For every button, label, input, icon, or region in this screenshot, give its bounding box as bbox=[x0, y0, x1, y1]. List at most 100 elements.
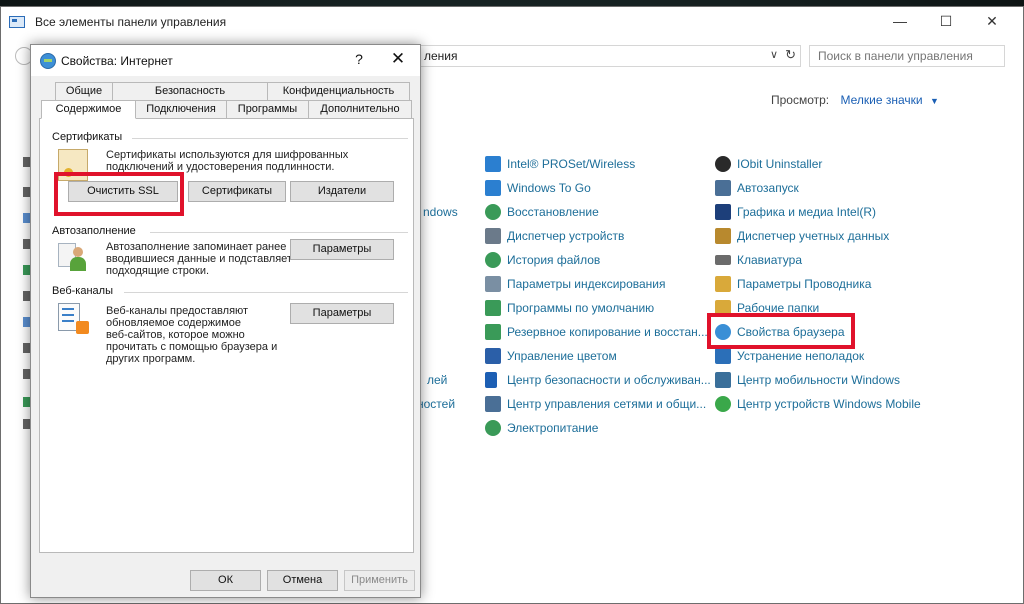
cp-item-label: IObit Uninstaller bbox=[737, 157, 823, 171]
file-history-icon bbox=[485, 252, 501, 268]
section-header-autocomplete: Автозаполнение bbox=[52, 225, 136, 237]
chevron-down-icon[interactable]: ∨ bbox=[770, 48, 778, 61]
indexing-icon bbox=[485, 276, 501, 292]
help-button[interactable]: ? bbox=[349, 51, 369, 67]
wireless-icon bbox=[485, 156, 501, 172]
view-selector: Просмотр: Мелкие значки ▼ bbox=[771, 93, 939, 107]
cp-item-label: Устранение неполадок bbox=[737, 349, 865, 363]
cp-item-label: Диспетчер устройств bbox=[507, 229, 625, 243]
highlight-frame bbox=[707, 313, 855, 349]
cp-item-windows-to-go[interactable]: Windows To Go bbox=[485, 179, 591, 197]
keyboard-icon bbox=[715, 255, 731, 265]
tab-privacy[interactable]: Конфиденциальность bbox=[267, 82, 410, 101]
certificates-button[interactable]: Сертификаты bbox=[188, 181, 286, 202]
address-text: ления bbox=[424, 49, 458, 63]
item-label-fragment[interactable]: лей bbox=[427, 373, 447, 387]
cp-item-device-manager[interactable]: Диспетчер устройств bbox=[485, 227, 624, 245]
cp-item-security-center[interactable]: Центр безопасности и обслуживан... bbox=[485, 371, 711, 389]
tab-advanced[interactable]: Дополнительно bbox=[308, 100, 412, 119]
control-panel-titlebar: Все элементы панели управления — ☐ ✕ bbox=[1, 7, 1023, 37]
ok-button[interactable]: ОК bbox=[190, 570, 261, 591]
mobility-center-icon bbox=[715, 372, 731, 388]
explorer-options-icon bbox=[715, 276, 731, 292]
dropdown-arrow-icon[interactable]: ▼ bbox=[930, 96, 939, 106]
cp-item-label: Параметры Проводника bbox=[737, 277, 872, 291]
tab-security[interactable]: Безопасность bbox=[112, 82, 268, 101]
search-box[interactable] bbox=[809, 45, 1005, 67]
cp-item-credential-manager[interactable]: Диспетчер учетных данных bbox=[715, 227, 889, 245]
view-label: Просмотр: bbox=[771, 93, 830, 107]
cp-item-label: Восстановление bbox=[507, 205, 599, 219]
tab-connections[interactable]: Подключения bbox=[135, 100, 227, 119]
divider bbox=[150, 232, 408, 233]
cp-item-label: Электропитание bbox=[507, 421, 599, 435]
cp-item-backup-restore[interactable]: Резервное копирование и восстан... bbox=[485, 323, 708, 341]
dialog-close-button[interactable]: ✕ bbox=[388, 49, 408, 69]
iobit-icon bbox=[715, 156, 731, 172]
cp-item-default-programs[interactable]: Программы по умолчанию bbox=[485, 299, 654, 317]
cp-item-windows-mobile[interactable]: Центр устройств Windows Mobile bbox=[715, 395, 921, 413]
internet-properties-dialog: Свойства: Интернет ? ✕ Общие Безопасност… bbox=[30, 44, 421, 598]
windows-mobile-icon bbox=[715, 396, 731, 412]
cp-item-recovery[interactable]: Восстановление bbox=[485, 203, 599, 221]
highlight-frame bbox=[54, 172, 184, 216]
autoplay-icon bbox=[715, 180, 731, 196]
cp-item-network-center[interactable]: Центр управления сетями и общи... bbox=[485, 395, 706, 413]
search-input[interactable] bbox=[810, 46, 1004, 66]
cp-item-mobility-center[interactable]: Центр мобильности Windows bbox=[715, 371, 900, 389]
network-icon bbox=[485, 396, 501, 412]
color-management-icon bbox=[485, 348, 501, 364]
window-close-button[interactable]: ✕ bbox=[969, 7, 1015, 37]
apply-button[interactable]: Применить bbox=[344, 570, 415, 591]
divider bbox=[124, 292, 408, 293]
publishers-button[interactable]: Издатели bbox=[290, 181, 394, 202]
tab-content[interactable]: Содержимое bbox=[41, 100, 136, 119]
item-label-fragment[interactable]: ностей bbox=[417, 397, 455, 411]
cp-item-autoplay[interactable]: Автозапуск bbox=[715, 179, 799, 197]
autocomplete-description: подходящие строки. bbox=[106, 265, 210, 277]
dialog-title: Свойства: Интернет bbox=[61, 54, 173, 68]
cp-item-label: Автозапуск bbox=[737, 181, 799, 195]
windows-to-go-icon bbox=[485, 180, 501, 196]
power-icon bbox=[485, 420, 501, 436]
maximize-button[interactable]: ☐ bbox=[923, 7, 969, 37]
cp-item-label: Центр безопасности и обслуживан... bbox=[507, 373, 711, 387]
cp-item-troubleshooting[interactable]: Устранение неполадок bbox=[715, 347, 864, 365]
feeds-settings-button[interactable]: Параметры bbox=[290, 303, 394, 324]
minimize-button[interactable]: — bbox=[877, 7, 923, 37]
default-programs-icon bbox=[485, 300, 501, 316]
intel-graphics-icon bbox=[715, 204, 731, 220]
cp-item-label: Intel® PROSet/Wireless bbox=[507, 157, 636, 171]
internet-options-icon bbox=[40, 53, 56, 69]
device-manager-icon bbox=[485, 228, 501, 244]
cp-item-label: История файлов bbox=[507, 253, 601, 267]
cp-item-power-options[interactable]: Электропитание bbox=[485, 419, 598, 437]
cp-item-iobit-uninstaller[interactable]: IObit Uninstaller bbox=[715, 155, 822, 173]
address-bar[interactable]: ления ∨ ↻ bbox=[417, 45, 801, 67]
cp-item-intel-proset[interactable]: Intel® PROSet/Wireless bbox=[485, 155, 635, 173]
refresh-icon[interactable]: ↻ bbox=[785, 47, 796, 63]
section-header-feeds: Веб-каналы bbox=[52, 285, 113, 297]
cp-item-keyboard[interactable]: Клавиатура bbox=[715, 251, 802, 269]
cp-item-label: Центр мобильности Windows bbox=[737, 373, 900, 387]
autocomplete-settings-button[interactable]: Параметры bbox=[290, 239, 394, 260]
backup-icon bbox=[485, 324, 501, 340]
cancel-button[interactable]: Отмена bbox=[267, 570, 338, 591]
cp-item-label: Графика и медиа Intel(R) bbox=[737, 205, 877, 219]
cp-item-file-history[interactable]: История файлов bbox=[485, 251, 600, 269]
autocomplete-icon bbox=[58, 241, 88, 273]
cp-item-color-management[interactable]: Управление цветом bbox=[485, 347, 617, 365]
view-dropdown[interactable]: Мелкие значки bbox=[840, 93, 922, 107]
cp-item-label: Центр управления сетями и общи... bbox=[507, 397, 707, 411]
cp-item-label: Параметры индексирования bbox=[507, 277, 666, 291]
cp-item-label: Управление цветом bbox=[507, 349, 617, 363]
tab-general[interactable]: Общие bbox=[55, 82, 113, 101]
cp-item-explorer-options[interactable]: Параметры Проводника bbox=[715, 275, 871, 293]
cp-item-label: Резервное копирование и восстан... bbox=[507, 325, 708, 339]
item-label-fragment[interactable]: ndows bbox=[423, 205, 458, 219]
cp-item-intel-graphics[interactable]: Графика и медиа Intel(R) bbox=[715, 203, 876, 221]
control-panel-icon bbox=[9, 16, 25, 28]
tab-programs[interactable]: Программы bbox=[226, 100, 309, 119]
cp-item-indexing-options[interactable]: Параметры индексирования bbox=[485, 275, 665, 293]
credentials-icon bbox=[715, 228, 731, 244]
